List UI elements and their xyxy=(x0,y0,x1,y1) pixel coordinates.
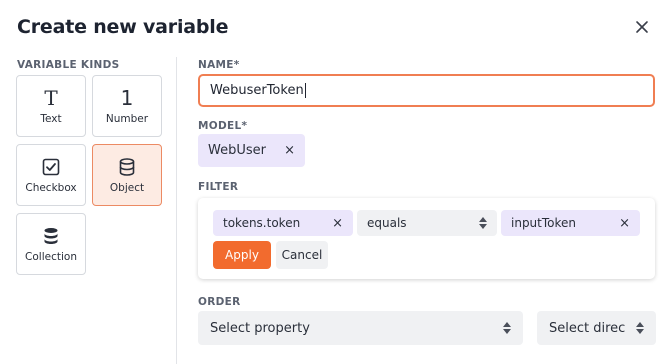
filter-operator-value: equals xyxy=(367,216,407,230)
remove-filter-property-icon[interactable]: × xyxy=(332,216,343,231)
kind-text-label: Text xyxy=(40,113,62,125)
collection-icon xyxy=(43,225,59,247)
apply-button[interactable]: Apply xyxy=(213,241,271,269)
filter-label: FILTER xyxy=(198,181,239,193)
filter-value-label: inputToken xyxy=(511,216,577,230)
close-icon[interactable] xyxy=(634,19,650,35)
kind-checkbox-button[interactable]: Checkbox xyxy=(16,144,86,206)
model-chip-label: WebUser xyxy=(208,143,266,158)
filter-property-label: tokens.token xyxy=(223,216,301,230)
order-label: ORDER xyxy=(198,296,241,308)
text-icon: T xyxy=(44,86,58,110)
name-input[interactable]: WebuserToken xyxy=(198,74,655,107)
order-direction-placeholder: Select direc xyxy=(549,320,626,336)
order-property-placeholder: Select property xyxy=(210,320,310,336)
variable-kinds-label: VARIABLE KINDS xyxy=(17,59,120,71)
model-chip[interactable]: WebUser × xyxy=(198,134,305,167)
kind-object-label: Object xyxy=(109,182,145,194)
kind-number-button[interactable]: 1 Number xyxy=(92,75,162,137)
text-caret xyxy=(304,83,306,98)
kind-number-label: Number xyxy=(105,113,149,125)
kind-collection-button[interactable]: Collection xyxy=(16,213,86,275)
kind-text-button[interactable]: T Text xyxy=(16,75,86,137)
panel-divider xyxy=(176,57,177,364)
select-arrows-icon xyxy=(636,322,644,334)
kind-collection-label: Collection xyxy=(25,251,77,263)
order-property-select[interactable]: Select property xyxy=(198,311,523,345)
checkbox-icon xyxy=(42,156,60,178)
database-icon xyxy=(119,156,135,178)
order-direction-select[interactable]: Select direc xyxy=(537,311,656,345)
kind-checkbox-label: Checkbox xyxy=(25,182,77,194)
select-arrows-icon xyxy=(503,322,511,334)
number-icon: 1 xyxy=(120,86,134,110)
kind-object-button[interactable]: Object xyxy=(92,144,162,206)
select-arrows-icon xyxy=(479,217,487,229)
name-input-value: WebuserToken xyxy=(210,83,304,98)
model-label: MODEL* xyxy=(198,120,248,132)
filter-value-chip[interactable]: inputToken × xyxy=(501,210,640,236)
cancel-button[interactable]: Cancel xyxy=(276,241,328,269)
name-label: NAME* xyxy=(198,59,240,71)
remove-filter-value-icon[interactable]: × xyxy=(619,216,630,231)
filter-property-chip[interactable]: tokens.token × xyxy=(213,210,353,236)
remove-model-icon[interactable]: × xyxy=(284,143,295,158)
dialog-title: Create new variable xyxy=(17,16,229,38)
filter-operator-select[interactable]: equals xyxy=(357,210,497,236)
